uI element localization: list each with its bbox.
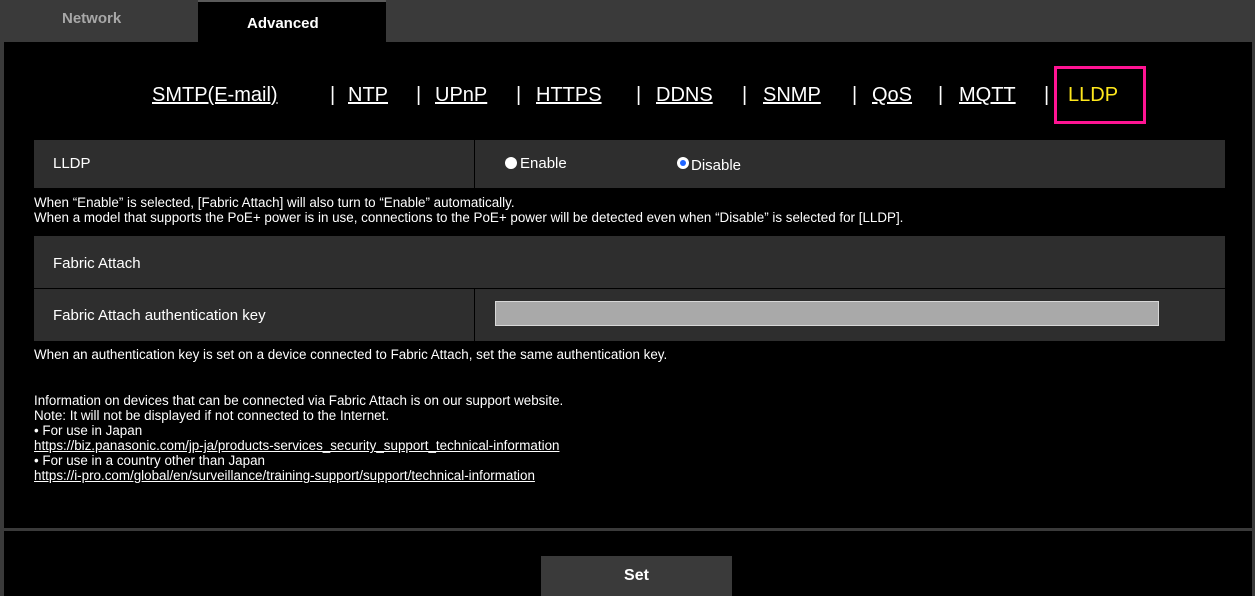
fabric-attach-key-label: Fabric Attach authentication key [53, 307, 266, 324]
enable-label[interactable]: Enable [520, 155, 567, 172]
fabric-attach-header-row: Fabric Attach [34, 236, 1225, 289]
tab-network-label: Network [62, 10, 122, 27]
lldp-setting-row: LLDP Enable Disable [34, 140, 1225, 189]
japan-label: • For use in Japan [34, 423, 143, 438]
info-line-1: Information on devices that can be conne… [34, 393, 564, 408]
fabric-attach-title: Fabric Attach [53, 255, 141, 272]
subnav-separator: | [516, 84, 522, 106]
subnav-ntp-link[interactable]: NTP [348, 84, 388, 107]
subnav-qos-link[interactable]: QoS [872, 84, 912, 107]
info-line-2: Note: It will not be displayed if not co… [34, 408, 390, 423]
subnav-snmp-link[interactable]: SNMP [763, 84, 821, 107]
other-country-label: • For use in a country other than Japan [34, 453, 265, 468]
fabric-key-note: When an authentication key is set on a d… [34, 347, 668, 362]
subnav-separator: | [742, 84, 748, 106]
enable-radio[interactable] [505, 157, 517, 169]
disable-radio[interactable] [677, 157, 689, 169]
tab-network[interactable]: Network [4, 0, 196, 42]
subnav-upnp-link[interactable]: UPnP [435, 84, 487, 107]
lldp-note-2: When a model that supports the PoE+ powe… [34, 210, 904, 225]
subnav-separator: | [330, 84, 336, 106]
subnav-https-link[interactable]: HTTPS [536, 84, 602, 107]
lldp-note-1: When “Enable” is selected, [Fabric Attac… [34, 195, 515, 210]
row-divider [474, 289, 475, 341]
subnav-separator: | [416, 84, 422, 106]
japan-support-link[interactable]: https://biz.panasonic.com/jp-ja/products… [34, 438, 559, 453]
subnav-smtp-link[interactable]: SMTP(E-mail) [152, 84, 278, 107]
set-button[interactable]: Set [541, 556, 732, 596]
subnav-separator: | [636, 84, 642, 106]
tab-advanced[interactable]: Advanced [198, 0, 386, 42]
other-country-support-link[interactable]: https://i-pro.com/global/en/surveillance… [34, 468, 535, 483]
footer-divider [4, 528, 1252, 531]
subnav-separator: | [938, 84, 944, 106]
subnav-separator: | [1044, 84, 1050, 106]
subnav-lldp-link[interactable]: LLDP [1068, 84, 1118, 107]
tab-advanced-label: Advanced [247, 15, 319, 32]
subnav-mqtt-link[interactable]: MQTT [959, 84, 1016, 107]
disable-label[interactable]: Disable [691, 157, 741, 174]
subnav-separator: | [852, 84, 858, 106]
row-divider [474, 140, 475, 188]
fabric-attach-key-input[interactable] [495, 301, 1159, 326]
lldp-label: LLDP [53, 155, 91, 172]
subnav-ddns-link[interactable]: DDNS [656, 84, 713, 107]
